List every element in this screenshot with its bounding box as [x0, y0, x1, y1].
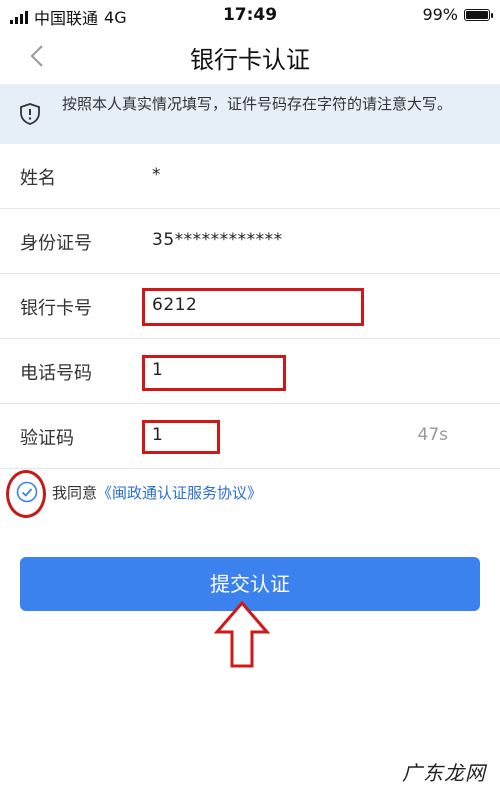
notice-banner: 按照本人真实情况填写，证件号码存在字符的请注意大写。 [0, 84, 500, 144]
form-row-bank-card: 银行卡号 6212 [0, 274, 500, 339]
battery-icon [464, 8, 493, 21]
form-row-phone: 电话号码 1 [0, 339, 500, 404]
verification-code-label: 验证码 [20, 428, 74, 449]
id-number-field[interactable]: 35************ [152, 230, 283, 250]
resend-timer[interactable]: 47s [418, 425, 449, 445]
battery-percent: 99% [422, 5, 458, 24]
status-right: 99% [422, 5, 493, 24]
bank-card-form: 姓名 * 身份证号 35************ 银行卡号 6212 电话号码 … [0, 144, 500, 469]
bank-card-label: 银行卡号 [20, 298, 92, 319]
watermark: 广东龙网 [402, 761, 486, 785]
annotation-box [142, 420, 220, 454]
up-arrow-icon [214, 600, 270, 668]
phone-label: 电话号码 [20, 363, 92, 384]
status-bar: 中国联通 4G 17:49 99% [0, 0, 500, 30]
form-row-name: 姓名 * [0, 144, 500, 209]
agreement-prefix: 我同意 [52, 484, 98, 502]
nav-bar: 银行卡认证 [0, 30, 500, 82]
annotation-box [142, 355, 286, 391]
name-field[interactable]: * [152, 165, 161, 185]
form-row-id: 身份证号 35************ [0, 209, 500, 274]
form-row-code: 验证码 1 47s [0, 404, 500, 469]
agreement-text: 我同意《闽政通认证服务协议》 [52, 482, 262, 503]
notice-text: 按照本人真实情况填写，证件号码存在字符的请注意大写。 [62, 95, 453, 113]
agreement-row: 我同意《闽政通认证服务协议》 [0, 466, 500, 518]
agreement-link[interactable]: 《闽政通认证服务协议》 [97, 484, 262, 502]
shield-icon [20, 103, 40, 125]
page-title: 银行卡认证 [190, 46, 310, 74]
annotation-box [142, 288, 364, 326]
name-label: 姓名 [20, 168, 56, 189]
check-circle-icon[interactable] [16, 481, 38, 503]
id-number-label: 身份证号 [20, 233, 92, 254]
